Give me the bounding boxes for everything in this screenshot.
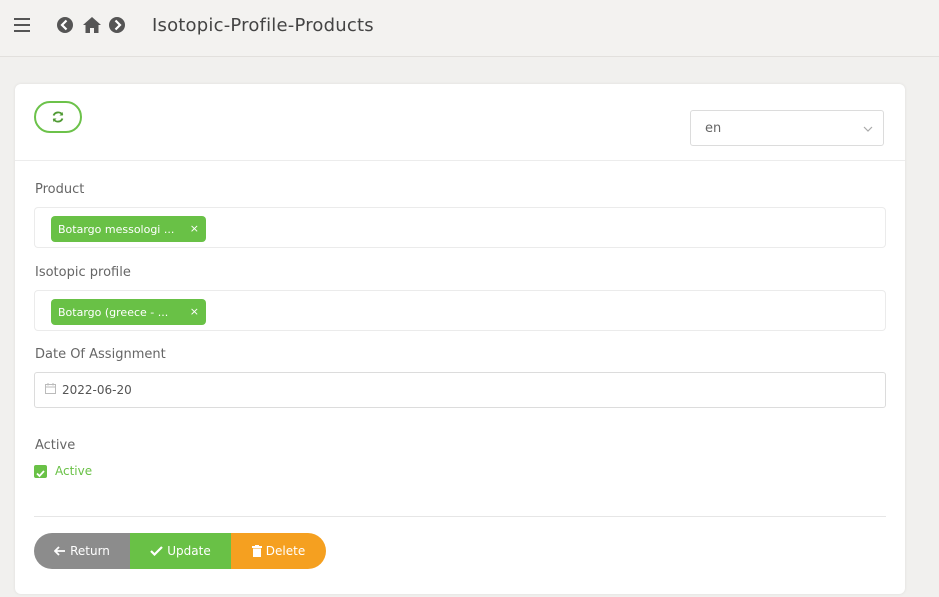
divider bbox=[34, 516, 886, 517]
check-icon bbox=[150, 546, 164, 556]
delete-button[interactable]: Delete bbox=[231, 533, 326, 569]
update-label: Update bbox=[167, 544, 211, 558]
refresh-icon bbox=[52, 111, 64, 123]
active-checkbox[interactable] bbox=[34, 465, 47, 478]
calendar-icon bbox=[45, 383, 56, 397]
card-header: en bbox=[15, 84, 905, 161]
page-title: Isotopic-Profile-Products bbox=[152, 15, 374, 36]
product-label: Product bbox=[35, 182, 85, 197]
update-button[interactable]: Update bbox=[130, 533, 231, 569]
date-label: Date Of Assignment bbox=[35, 347, 166, 362]
isotopic-profile-label: Isotopic profile bbox=[35, 265, 131, 280]
product-tag-remove-icon[interactable]: × bbox=[190, 222, 199, 235]
active-label: Active bbox=[35, 438, 76, 453]
return-label: Return bbox=[70, 544, 110, 558]
back-icon[interactable] bbox=[56, 16, 74, 34]
return-button[interactable]: Return bbox=[34, 533, 130, 569]
date-input[interactable]: 2022-06-20 bbox=[34, 372, 886, 408]
language-value: en bbox=[705, 121, 722, 136]
arrow-left-icon bbox=[54, 546, 66, 556]
top-bar: Isotopic-Profile-Products bbox=[0, 0, 939, 57]
forward-icon[interactable] bbox=[108, 16, 126, 34]
refresh-button[interactable] bbox=[34, 101, 82, 133]
chevron-down-icon bbox=[863, 122, 873, 137]
form-card: en Product Botargo messologi ... × Isoto… bbox=[15, 84, 905, 594]
isotopic-profile-tag: Botargo (greece - ... × bbox=[51, 299, 206, 325]
delete-label: Delete bbox=[265, 544, 306, 558]
active-checkbox-label: Active bbox=[55, 464, 93, 478]
home-icon[interactable] bbox=[82, 16, 102, 34]
product-tag-label: Botargo messologi ... bbox=[58, 222, 175, 236]
isotopic-profile-tag-label: Botargo (greece - ... bbox=[58, 305, 169, 319]
product-tag: Botargo messologi ... × bbox=[51, 216, 206, 242]
product-field[interactable]: Botargo messologi ... × bbox=[34, 207, 886, 248]
date-value: 2022-06-20 bbox=[62, 383, 132, 397]
menu-icon[interactable] bbox=[14, 18, 30, 32]
isotopic-profile-tag-remove-icon[interactable]: × bbox=[190, 305, 199, 318]
isotopic-profile-field[interactable]: Botargo (greece - ... × bbox=[34, 290, 886, 331]
check-icon bbox=[36, 470, 45, 478]
trash-icon bbox=[251, 545, 262, 557]
language-select[interactable]: en bbox=[690, 110, 884, 146]
